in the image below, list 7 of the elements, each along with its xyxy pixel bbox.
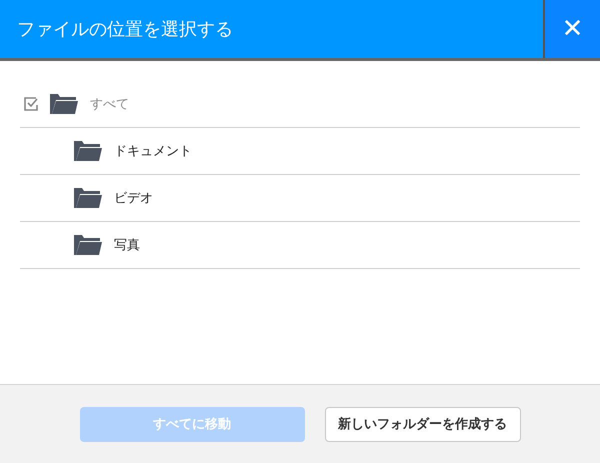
close-button[interactable]: ✕ (543, 0, 600, 58)
folder-icon (74, 235, 102, 255)
dialog-title: ファイルの位置を選択する (16, 18, 234, 42)
folder-icon (50, 94, 78, 114)
folder-icon (74, 141, 102, 161)
folder-icon (74, 188, 102, 208)
create-folder-button[interactable]: 新しいフォルダーを作成する (324, 406, 520, 442)
